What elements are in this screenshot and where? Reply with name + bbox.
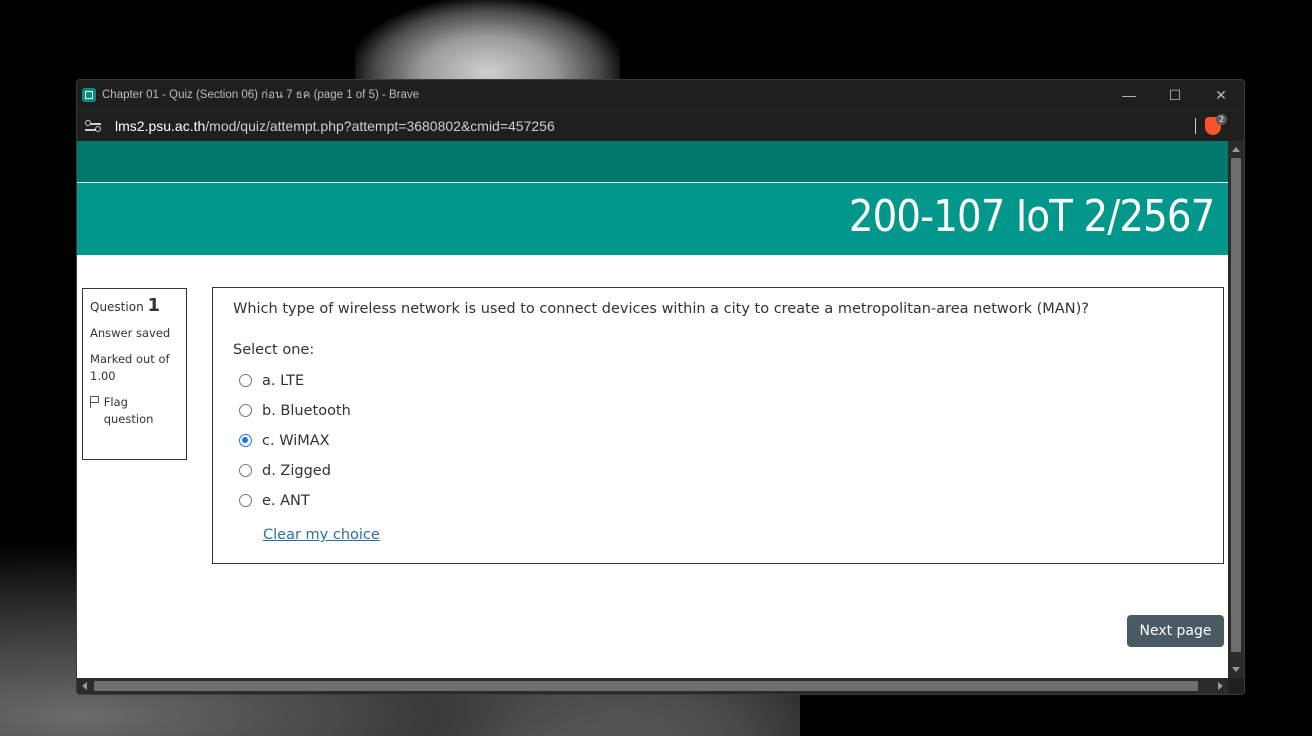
address-divider <box>1195 118 1196 134</box>
vertical-scrollbar[interactable] <box>1228 141 1244 678</box>
flag-question-label: Flag question <box>103 395 154 426</box>
minimize-button[interactable]: — <box>1106 80 1152 110</box>
radio-option-c[interactable] <box>239 433 252 447</box>
window-title: Chapter 01 - Quiz (Section 06) ก่อน 7 ธค… <box>102 89 420 101</box>
vertical-scroll-thumb[interactable] <box>1231 158 1241 652</box>
question-grade: Marked out of 1.00 <box>90 352 170 383</box>
radio-option-a[interactable] <box>239 373 252 387</box>
answer-option-b[interactable]: b. Bluetooth <box>233 395 1203 425</box>
radio-option-b[interactable] <box>239 403 252 417</box>
flag-question-button[interactable]: Flag question <box>90 394 179 428</box>
radio-option-e[interactable] <box>239 493 252 507</box>
option-label-c: c. WiMAX <box>262 433 330 449</box>
maximize-button[interactable]: ☐ <box>1152 80 1198 110</box>
scroll-left-icon[interactable] <box>82 682 87 690</box>
question-number-value: 1 <box>147 295 161 316</box>
url-path: /mod/quiz/attempt.php?attempt=3680802&cm… <box>205 118 555 134</box>
question-state: Answer saved <box>90 326 171 340</box>
option-label-d: d. Zigged <box>262 463 331 479</box>
window-controls: — ☐ ✕ <box>1106 80 1244 110</box>
answer-option-e[interactable]: e. ANT <box>233 485 1203 515</box>
brave-shields-badge: 2 <box>1216 114 1227 125</box>
scroll-down-icon[interactable] <box>1232 667 1240 672</box>
horizontal-scroll-thumb[interactable] <box>94 681 1198 691</box>
question-text: Which type of wireless network is used t… <box>233 301 1089 317</box>
app-icon <box>82 88 96 102</box>
close-button[interactable]: ✕ <box>1198 80 1244 110</box>
scroll-up-icon[interactable] <box>1232 147 1240 152</box>
title-bar: Chapter 01 - Quiz (Section 06) ก่อน 7 ธค… <box>77 80 1244 110</box>
header-top-bar <box>77 141 1228 183</box>
next-page-button[interactable]: Next page <box>1127 615 1224 647</box>
site-settings-icon[interactable] <box>85 118 101 134</box>
option-label-e: e. ANT <box>262 493 310 509</box>
horizontal-scrollbar[interactable] <box>77 678 1228 694</box>
course-title: 200-107 IoT 2/2567 <box>848 191 1214 242</box>
question-label: Question <box>90 300 144 314</box>
browser-window: Chapter 01 - Quiz (Section 06) ก่อน 7 ธค… <box>76 79 1245 695</box>
url-host: lms2.psu.ac.th <box>115 118 206 134</box>
answer-option-c[interactable]: c. WiMAX <box>233 425 1203 455</box>
flag-icon <box>90 396 100 408</box>
select-prompt: Select one: <box>233 342 315 358</box>
question-number: Question 1 <box>90 295 179 316</box>
option-label-a: a. LTE <box>262 373 305 389</box>
clear-choice-link[interactable]: Clear my choice <box>263 527 380 543</box>
radio-option-d[interactable] <box>239 463 252 477</box>
background-statue-top <box>355 0 620 80</box>
address-bar[interactable]: lms2.psu.ac.th/mod/quiz/attempt.php?atte… <box>77 110 1244 141</box>
course-header: 200-107 IoT 2/2567 <box>77 183 1228 255</box>
option-label-b: b. Bluetooth <box>262 403 351 419</box>
answer-option-a[interactable]: a. LTE <box>233 365 1203 395</box>
page-viewport: 200-107 IoT 2/2567 Question 1 Answer sav… <box>77 141 1228 678</box>
url-text[interactable]: lms2.psu.ac.th/mod/quiz/attempt.php?atte… <box>115 118 555 134</box>
question-content: Which type of wireless network is used t… <box>212 287 1224 564</box>
question-info-box: Question 1 Answer saved Marked out of 1.… <box>82 288 187 460</box>
answer-option-d[interactable]: d. Zigged <box>233 455 1203 485</box>
scroll-right-icon[interactable] <box>1218 682 1223 690</box>
